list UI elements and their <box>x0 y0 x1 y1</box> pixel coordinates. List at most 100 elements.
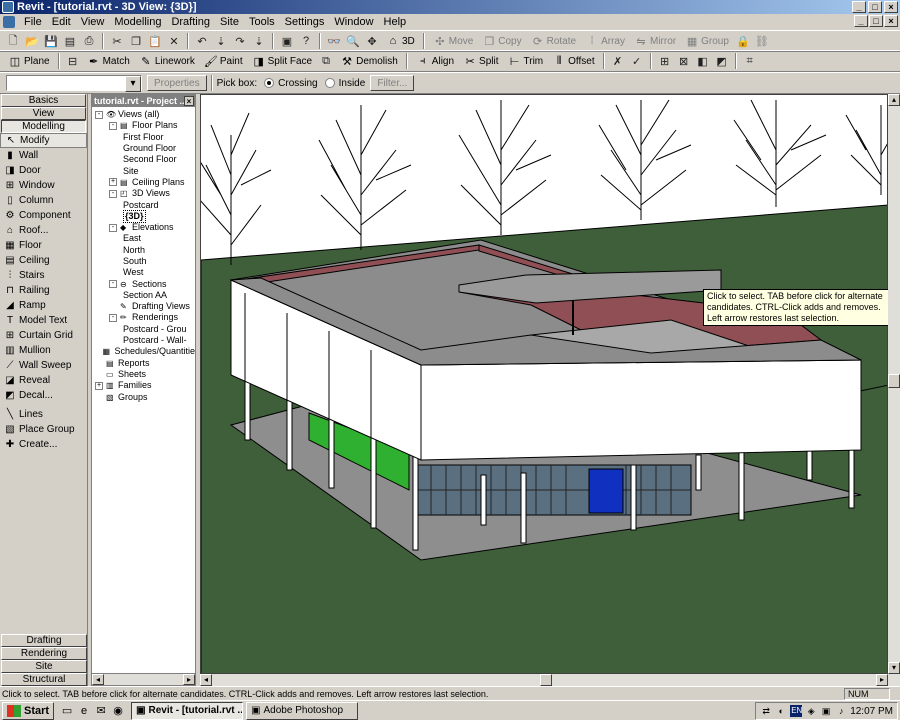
tool-place-group[interactable]: ▧ Place Group <box>0 422 87 437</box>
desktop-icon[interactable]: ▭ <box>60 704 74 718</box>
horizontal-scroll-thumb[interactable] <box>540 674 552 686</box>
tree-node[interactable]: {3D} <box>92 209 195 223</box>
tool-lines[interactable]: ╲ Lines <box>0 407 87 422</box>
type-selector-combo[interactable] <box>6 75 142 92</box>
tree-node[interactable]: ▭ Sheets <box>92 369 195 380</box>
new-icon[interactable]: 🗋 <box>5 33 21 49</box>
menu-settings[interactable]: Settings <box>280 16 330 28</box>
tool-ramp[interactable]: ◢ Ramp <box>0 298 87 313</box>
work-plane-button[interactable]: ◫ Plane <box>4 52 54 70</box>
scroll-left-arrow-icon[interactable]: ◂ <box>92 674 104 685</box>
print-icon[interactable]: ⎙ <box>81 33 97 49</box>
thin-lines-icon[interactable]: ▣ <box>279 33 295 49</box>
media-icon[interactable]: ◉ <box>111 704 125 718</box>
split-button[interactable]: ✂ Split <box>459 52 502 70</box>
save-icon[interactable]: 💾 <box>43 33 59 49</box>
close-button[interactable]: × <box>884 1 898 13</box>
tree-node[interactable]: - ◰ 3D Views <box>92 188 195 199</box>
shield-icon[interactable]: ◈ <box>805 705 817 717</box>
demolish-button[interactable]: ⚒ Demolish <box>336 52 402 70</box>
linework-button[interactable]: ✎ Linework <box>135 52 199 70</box>
tree-node[interactable]: Second Floor <box>92 154 195 165</box>
collapse-icon[interactable]: - <box>95 110 103 119</box>
tool-component[interactable]: ⚙ Component <box>0 208 87 223</box>
menu-tools[interactable]: Tools <box>244 16 280 28</box>
globe-icon[interactable]: ◐ <box>775 705 787 717</box>
dynamic-view-icon[interactable]: ✥ <box>364 33 380 49</box>
network-icon[interactable]: ⇄ <box>760 705 772 717</box>
mirror-button[interactable]: ⇋ Mirror <box>630 32 680 50</box>
expand-icon[interactable]: + <box>95 381 103 390</box>
tree-node[interactable]: South <box>92 256 195 267</box>
volume-icon[interactable]: ♪ <box>835 705 847 717</box>
tree-node[interactable]: - ▤ Floor Plans <box>92 120 195 131</box>
tool-stairs[interactable]: ⫶ Stairs <box>0 268 87 283</box>
join-geometry-icon[interactable]: ⧉ <box>318 53 334 69</box>
tree-node[interactable]: - ✏ Renderings <box>92 312 195 323</box>
task-button[interactable]: ▣ Adobe Photoshop <box>246 701 359 720</box>
move-button[interactable]: ✣ Move <box>429 32 477 50</box>
menu-file[interactable]: File <box>19 16 47 28</box>
doc-minimize-button[interactable]: _ <box>854 15 868 27</box>
viewport-scroll-left-arrow-icon[interactable]: ◂ <box>200 674 212 686</box>
snap-icon[interactable]: ⌗ <box>742 53 758 69</box>
viewport-vertical-scrollbar[interactable]: ▴ ▾ <box>888 94 900 674</box>
tool-window[interactable]: ⊞ Window <box>0 178 87 193</box>
unpin-icon[interactable]: ✓ <box>629 53 645 69</box>
copy-icon[interactable]: ❐ <box>128 33 144 49</box>
properties-button[interactable]: Properties <box>147 75 207 91</box>
group-button[interactable]: ▦ Group <box>681 32 733 50</box>
tool-reveal[interactable]: ◪ Reveal <box>0 373 87 388</box>
tool-modify[interactable]: ↖ Modify <box>0 133 87 148</box>
tool-decal[interactable]: ◩ Decal... <box>0 388 87 403</box>
tree-node[interactable]: North <box>92 245 195 256</box>
tool-railing[interactable]: ⊓ Railing <box>0 283 87 298</box>
tool-model-text[interactable]: T Model Text <box>0 313 87 328</box>
tab-rendering[interactable]: Rendering <box>1 647 87 660</box>
monitor-icon[interactable]: ▣ <box>820 705 832 717</box>
collapse-icon[interactable]: - <box>109 121 117 130</box>
tree-node[interactable]: ✎ Drafting Views <box>92 301 195 312</box>
measure-icon[interactable]: ⊟ <box>65 53 81 69</box>
tree-node[interactable]: East <box>92 233 195 244</box>
language-indicator[interactable]: EN <box>790 705 802 717</box>
tree-node[interactable]: Postcard - Wall- <box>92 335 195 346</box>
tool-wall-sweep[interactable]: ⟋ Wall Sweep <box>0 358 87 373</box>
unlock-icon[interactable]: ⛓ <box>754 33 770 49</box>
undo-list-icon[interactable]: ⇣ <box>213 33 229 49</box>
scroll-right-arrow-icon[interactable]: ▸ <box>183 674 195 685</box>
paste-icon[interactable]: 📋 <box>147 33 163 49</box>
menu-window[interactable]: Window <box>329 16 378 28</box>
inside-radio[interactable] <box>324 78 335 88</box>
tree-node[interactable]: Section AA <box>92 290 195 301</box>
menu-edit[interactable]: Edit <box>47 16 76 28</box>
document-icon[interactable] <box>3 16 15 28</box>
3d-viewport[interactable] <box>200 94 888 674</box>
tool-roof[interactable]: ⌂ Roof... <box>0 223 87 238</box>
internet-explorer-icon[interactable]: e <box>77 704 91 718</box>
maximize-button[interactable]: □ <box>868 1 882 13</box>
copy-monitor-icon[interactable]: ⊞ <box>657 53 673 69</box>
tree-node[interactable]: Site <box>92 165 195 176</box>
save-all-icon[interactable]: ▤ <box>62 33 78 49</box>
match-button[interactable]: ✒ Match <box>83 52 134 70</box>
collapse-icon[interactable]: - <box>109 313 117 322</box>
pin-icon[interactable]: ✗ <box>610 53 626 69</box>
start-button[interactable]: Start <box>2 701 55 720</box>
tool-mullion[interactable]: ▥ Mullion <box>0 343 87 358</box>
redo-icon[interactable]: ↷ <box>232 33 248 49</box>
tree-node[interactable]: First Floor <box>92 132 195 143</box>
tab-basics[interactable]: Basics <box>1 94 86 107</box>
copy-button[interactable]: ❐ Copy <box>478 32 525 50</box>
menu-drafting[interactable]: Drafting <box>166 16 215 28</box>
split-face-button[interactable]: ◨ Split Face <box>248 52 316 70</box>
whats-this-help-icon[interactable]: ? <box>298 33 314 49</box>
vertical-scroll-thumb[interactable] <box>888 374 900 388</box>
tree-node[interactable]: - ◆ Elevations <box>92 222 195 233</box>
collapse-icon[interactable]: - <box>109 223 117 232</box>
expand-icon[interactable]: + <box>109 178 117 187</box>
tree-node[interactable]: - 👁 Views (all) <box>92 109 195 120</box>
coordination-icon[interactable]: ⊠ <box>676 53 692 69</box>
tree-node[interactable]: West <box>92 267 195 278</box>
redo-list-icon[interactable]: ⇣ <box>251 33 267 49</box>
